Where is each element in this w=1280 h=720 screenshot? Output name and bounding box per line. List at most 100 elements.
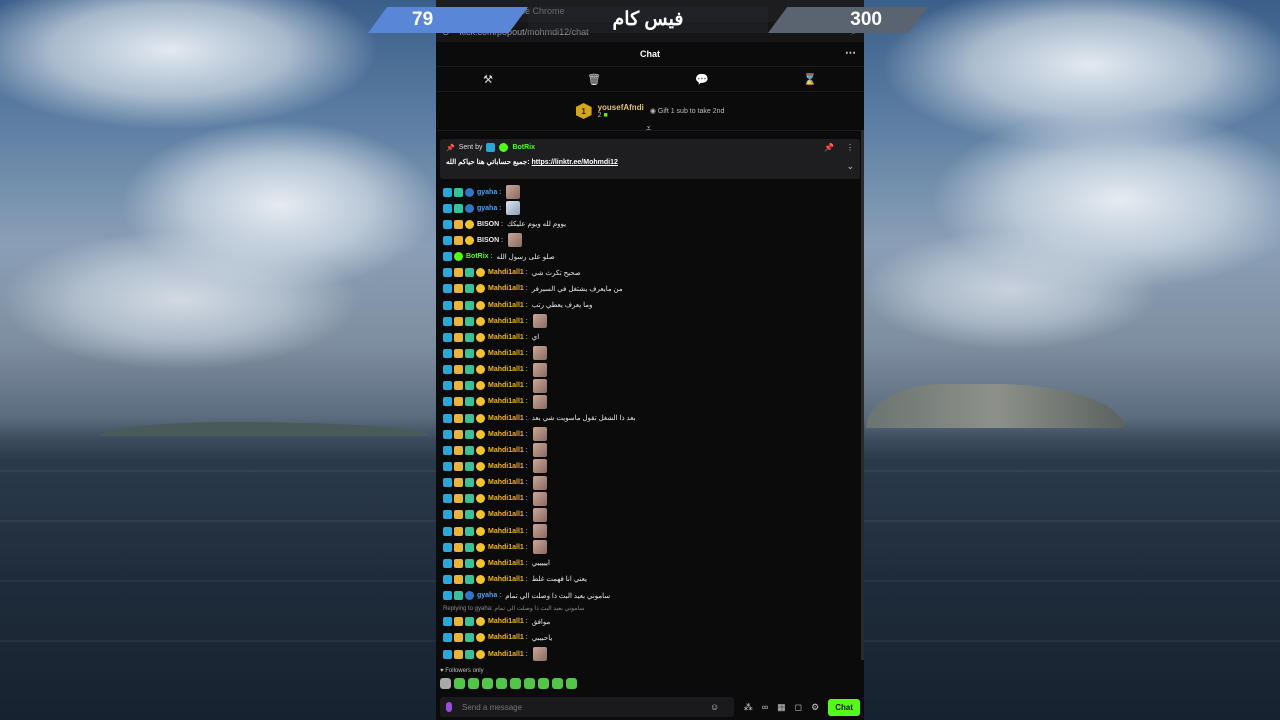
chat-message[interactable]: Mahdi1all1: ايييييي bbox=[443, 555, 864, 571]
message-emote[interactable] bbox=[532, 647, 547, 661]
chat-message[interactable]: Mahdi1all1: bbox=[443, 394, 864, 410]
message-username[interactable]: gyaha bbox=[477, 205, 497, 212]
chat-message[interactable]: Mahdi1all1: bbox=[443, 313, 864, 329]
chat-message[interactable]: Mahdi1all1: يعني انا فهمت غلط bbox=[443, 571, 864, 587]
chat-message[interactable]: Mahdi1all1: bbox=[443, 442, 864, 458]
chat-message[interactable]: Mahdi1all1: bbox=[443, 362, 864, 378]
chat-message[interactable]: Mahdi1all1: bbox=[443, 539, 864, 555]
gift-leaderboard[interactable]: 1 yousefAfndi 2 ■ ◉ Gift 1 sub to take 2… bbox=[436, 92, 864, 134]
message-username[interactable]: Mahdi1all1 bbox=[488, 447, 524, 454]
message-username[interactable]: Mahdi1all1 bbox=[488, 398, 524, 405]
message-username[interactable]: gyaha bbox=[477, 592, 497, 599]
chat-scrollbar[interactable] bbox=[861, 130, 864, 660]
message-username[interactable]: BISON bbox=[477, 237, 499, 244]
emote-button[interactable] bbox=[496, 678, 507, 689]
more-options-icon[interactable]: ⋯ bbox=[845, 46, 856, 59]
emote-button[interactable] bbox=[468, 678, 479, 689]
message-username[interactable]: gyaha bbox=[477, 189, 497, 196]
mic-icon[interactable] bbox=[446, 702, 452, 712]
pinned-more-icon[interactable]: ⋮ bbox=[846, 143, 854, 152]
chat-message[interactable]: Mahdi1all1: bbox=[443, 426, 864, 442]
message-username[interactable]: Mahdi1all1 bbox=[488, 334, 524, 341]
message-username[interactable]: BISON bbox=[477, 221, 499, 228]
chat-message[interactable]: Mahdi1all1: bbox=[443, 491, 864, 507]
emote-button[interactable] bbox=[552, 678, 563, 689]
message-emote[interactable] bbox=[532, 443, 547, 458]
message-input[interactable] bbox=[460, 701, 704, 713]
expand-arrow-icon[interactable]: ⩡ bbox=[646, 123, 651, 134]
emote-button[interactable] bbox=[524, 678, 535, 689]
message-username[interactable]: Mahdi1all1 bbox=[488, 302, 524, 309]
message-username[interactable]: Mahdi1all1 bbox=[488, 544, 524, 551]
message-emote[interactable] bbox=[532, 314, 547, 329]
emoji-icon[interactable]: ☺ bbox=[710, 702, 719, 712]
emote-button[interactable] bbox=[482, 678, 493, 689]
chat-message[interactable]: Mahdi1all1: bbox=[443, 507, 864, 523]
chat-message[interactable]: Mahdi1all1: bbox=[443, 345, 864, 361]
unpin-icon[interactable]: 📌 bbox=[824, 143, 834, 152]
chat-message[interactable]: Mahdi1all1: bbox=[443, 458, 864, 474]
gear-icon[interactable]: ⚙ bbox=[811, 702, 819, 713]
chat-message[interactable]: Mahdi1all1: bbox=[443, 646, 864, 662]
message-username[interactable]: Mahdi1all1 bbox=[488, 495, 524, 502]
hourglass-icon[interactable]: ⌛ bbox=[803, 73, 817, 86]
infinity-icon[interactable]: ∞ bbox=[762, 702, 768, 712]
message-emote[interactable] bbox=[532, 362, 547, 377]
message-emote[interactable] bbox=[506, 185, 521, 200]
message-username[interactable]: Mahdi1all1 bbox=[488, 269, 524, 276]
message-emote[interactable] bbox=[532, 507, 547, 522]
message-emote[interactable] bbox=[532, 491, 547, 506]
message-username[interactable]: Mahdi1all1 bbox=[488, 318, 524, 325]
message-emote[interactable] bbox=[532, 459, 547, 474]
chat-message[interactable]: Mahdi1all1: موافق bbox=[443, 614, 864, 630]
send-chat-button[interactable]: Chat bbox=[828, 698, 860, 716]
chat-message[interactable]: Mahdi1all1: ياحبيبي bbox=[443, 630, 864, 646]
message-username[interactable]: Mahdi1all1 bbox=[488, 350, 524, 357]
chat-message[interactable]: Mahdi1all1: bbox=[443, 378, 864, 394]
chat-message[interactable]: Mahdi1all1: صحيح تكرث شي bbox=[443, 265, 864, 281]
chat-message[interactable]: Mahdi1all1: وما يعرف يعطي رتب bbox=[443, 297, 864, 313]
chat-message[interactable]: Mahdi1all1: bbox=[443, 475, 864, 491]
message-username[interactable]: Mahdi1all1 bbox=[488, 511, 524, 518]
trash-icon[interactable]: 🗑 bbox=[587, 73, 601, 86]
message-username[interactable]: Mahdi1all1 bbox=[488, 415, 524, 422]
chat-message[interactable]: gyaha: bbox=[443, 184, 864, 200]
message-username[interactable]: Mahdi1all1 bbox=[488, 560, 524, 567]
message-emote[interactable] bbox=[532, 427, 547, 442]
emote-button[interactable] bbox=[566, 678, 577, 689]
message-username[interactable]: Mahdi1all1 bbox=[488, 431, 524, 438]
gift-cta[interactable]: ◉ Gift 1 sub to take 2nd bbox=[650, 107, 725, 115]
chat-message[interactable]: BotRix: صلو على رسول الله bbox=[443, 249, 864, 265]
chat-message[interactable]: Mahdi1all1: بعد ذا الشغل تقول ماسويت شي ب… bbox=[443, 410, 864, 426]
message-emote[interactable] bbox=[508, 233, 523, 248]
chat-message[interactable]: Mahdi1all1: اي bbox=[443, 329, 864, 345]
message-emote[interactable] bbox=[506, 201, 521, 216]
emote-button[interactable] bbox=[440, 678, 451, 689]
calendar-icon[interactable]: ▦ bbox=[777, 702, 786, 713]
reply-context[interactable]: Replying to gyaha: ساموني بعيد البث ذا و… bbox=[443, 604, 864, 614]
emote-button[interactable] bbox=[454, 678, 465, 689]
message-emote[interactable] bbox=[532, 475, 547, 490]
users-icon[interactable]: ⁂ bbox=[744, 702, 753, 713]
message-username[interactable]: BotRix bbox=[466, 253, 489, 260]
emote-button[interactable] bbox=[510, 678, 521, 689]
message-username[interactable]: Mahdi1all1 bbox=[488, 463, 524, 470]
comment-icon[interactable]: ◻ bbox=[795, 702, 802, 713]
chat-message[interactable]: Mahdi1all1: من مايعرف يشتغل في السيرفر bbox=[443, 281, 864, 297]
message-username[interactable]: Mahdi1all1 bbox=[488, 576, 524, 583]
message-username[interactable]: Mahdi1all1 bbox=[488, 618, 524, 625]
pinned-bot-name[interactable]: BotRix bbox=[512, 144, 535, 151]
chevron-down-icon[interactable]: ⌄ bbox=[846, 161, 854, 172]
message-username[interactable]: Mahdi1all1 bbox=[488, 634, 524, 641]
chat-message[interactable]: BISON: يووم لله ويوم عليكك bbox=[443, 216, 864, 232]
message-emote[interactable] bbox=[532, 378, 547, 393]
message-username[interactable]: Mahdi1all1 bbox=[488, 366, 524, 373]
chat-icon[interactable]: 💬 bbox=[695, 73, 709, 86]
chat-message[interactable]: gyaha: bbox=[443, 200, 864, 216]
message-emote[interactable] bbox=[532, 524, 547, 539]
message-username[interactable]: Mahdi1all1 bbox=[488, 651, 524, 658]
message-username[interactable]: Mahdi1all1 bbox=[488, 479, 524, 486]
chat-message[interactable]: gyaha: ساموني بعيد البث ذا وصلت الي تمام bbox=[443, 588, 864, 604]
emote-button[interactable] bbox=[538, 678, 549, 689]
pinned-link[interactable]: https://linktr.ee/Mohmdi12 bbox=[532, 159, 618, 166]
